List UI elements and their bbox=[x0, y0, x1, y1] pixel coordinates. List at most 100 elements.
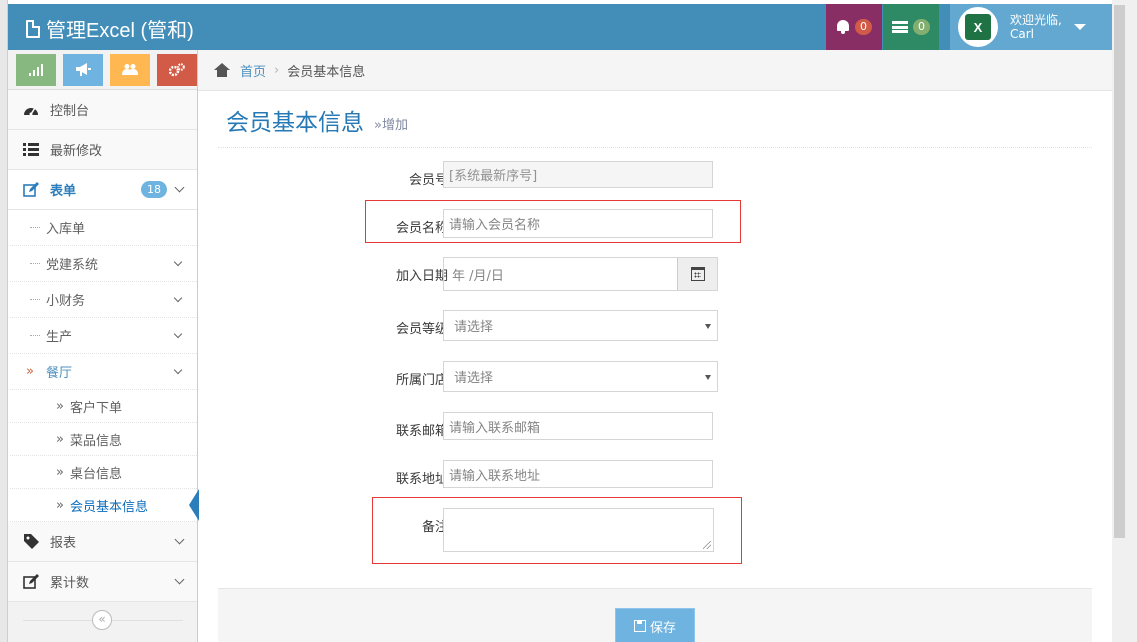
sidebar-item-production[interactable]: 生产 bbox=[10, 318, 197, 354]
window-left-edge bbox=[0, 0, 8, 642]
tasks-button[interactable]: 0 bbox=[883, 4, 939, 50]
chevron-down-icon bbox=[173, 257, 183, 267]
sidebar-item-label: 会员基本信息 bbox=[70, 499, 149, 515]
avatar: X bbox=[958, 7, 998, 47]
store-label: 所属门店 bbox=[395, 373, 448, 388]
email-row: 联系邮箱 请输入联系邮箱 bbox=[218, 412, 1092, 446]
chevron-down-icon bbox=[174, 534, 185, 545]
notifications-button[interactable]: 0 bbox=[826, 4, 882, 50]
store-select[interactable]: 请选择 bbox=[443, 361, 718, 392]
sidebar-collapse-button[interactable]: « bbox=[92, 610, 112, 630]
store-row: 所属门店 请选择 bbox=[218, 361, 1092, 395]
bullhorn-icon bbox=[76, 63, 91, 76]
sidebar-item-stock-in[interactable]: 入库单 bbox=[10, 210, 197, 246]
resize-handle-icon[interactable] bbox=[703, 541, 711, 549]
user-info: 欢迎光临, Carl bbox=[1010, 13, 1062, 41]
sidebar-item-forms[interactable]: 表单 18 bbox=[8, 170, 197, 210]
sidebar-item-dish-info[interactable]: » 菜品信息 bbox=[10, 423, 197, 456]
edit-icon bbox=[22, 181, 40, 199]
address-row: 联系地址 请输入联系地址 bbox=[218, 460, 1092, 494]
double-angle-right-icon: » bbox=[56, 497, 64, 513]
pencil-square-icon bbox=[22, 573, 40, 591]
sidebar-item-label: 表单 bbox=[50, 184, 77, 199]
users-icon bbox=[122, 64, 138, 75]
remark-row: 备注 bbox=[218, 508, 1092, 554]
breadcrumb-current: 会员基本信息 bbox=[287, 64, 366, 80]
excel-logo-icon: X bbox=[965, 14, 991, 40]
scrollbar-thumb[interactable] bbox=[1114, 5, 1125, 538]
signal-icon bbox=[29, 63, 43, 76]
list-icon bbox=[22, 141, 40, 159]
sidebar-collapse-bar: « bbox=[8, 610, 198, 630]
sidebar-item-label: 报表 bbox=[50, 536, 77, 551]
vertical-scrollbar[interactable] bbox=[1112, 0, 1137, 642]
sidebar-item-small-finance[interactable]: 小财务 bbox=[10, 282, 197, 318]
sidebar-item-recent[interactable]: 最新修改 bbox=[8, 130, 197, 170]
save-button[interactable]: 保存 bbox=[615, 608, 695, 642]
user-greeting: 欢迎光临, bbox=[1010, 13, 1062, 27]
save-button-label: 保存 bbox=[649, 620, 676, 636]
sidebar-item-label: 桌台信息 bbox=[70, 466, 123, 482]
store-value: 请选择 bbox=[454, 371, 494, 386]
cogs-icon bbox=[169, 62, 185, 76]
join-date-picker[interactable]: 年 /月/日 bbox=[443, 257, 718, 291]
page-subtitle: »增加 bbox=[374, 118, 408, 133]
member-level-value: 请选择 bbox=[454, 320, 494, 335]
member-level-select[interactable]: 请选择 bbox=[443, 310, 718, 341]
sidebar-item-label: 入库单 bbox=[46, 222, 86, 237]
join-date-input[interactable]: 年 /月/日 bbox=[444, 258, 677, 290]
chevron-down-icon bbox=[174, 574, 185, 585]
sidebar-item-label: 累计数 bbox=[50, 576, 90, 591]
double-angle-right-icon: » bbox=[56, 431, 64, 447]
double-angle-right-icon: » bbox=[56, 464, 64, 480]
member-level-row: 会员等级 请选择 bbox=[218, 310, 1092, 344]
shortcut-settings-button[interactable] bbox=[157, 53, 197, 86]
page-title: 会员基本信息 bbox=[226, 108, 364, 135]
member-no-field: [系统最新序号] bbox=[443, 161, 713, 188]
home-icon bbox=[214, 63, 230, 77]
form-actions: 保存 bbox=[218, 588, 1092, 642]
sidebar-item-reports[interactable]: 报表 bbox=[8, 522, 197, 562]
breadcrumb: 首页 › 会员基本信息 bbox=[198, 50, 1112, 91]
save-icon bbox=[633, 620, 646, 632]
notifications-badge: 0 bbox=[855, 19, 872, 35]
dropdown-arrow-icon bbox=[705, 375, 711, 380]
sidebar-item-party-system[interactable]: 党建系统 bbox=[10, 246, 197, 282]
page-header: 会员基本信息 »增加 bbox=[218, 92, 1092, 148]
app-brand[interactable]: 管理Excel (管和) bbox=[26, 14, 194, 43]
shortcut-users-button[interactable] bbox=[110, 53, 150, 86]
breadcrumb-home-link[interactable]: 首页 bbox=[240, 61, 266, 80]
sidebar-item-label: 控制台 bbox=[50, 104, 90, 119]
user-menu[interactable]: X 欢迎光临, Carl bbox=[950, 4, 1112, 50]
sidebar-item-restaurant[interactable]: » 餐厅 bbox=[10, 354, 197, 390]
member-level-label: 会员等级 bbox=[395, 322, 448, 337]
shortcut-stats-button[interactable] bbox=[16, 53, 56, 86]
shortcut-announce-button[interactable] bbox=[63, 53, 103, 86]
forms-submenu: 入库单 党建系统 小财务 生产 » 餐厅 » 客户下单 » 菜品信息 » 桌台信… bbox=[8, 210, 199, 522]
remark-textarea[interactable] bbox=[443, 508, 714, 552]
calendar-icon bbox=[690, 267, 705, 281]
active-indicator bbox=[189, 489, 199, 521]
sidebar-item-label: 客户下单 bbox=[70, 400, 123, 416]
join-date-row: 加入日期 年 /月/日 bbox=[218, 257, 1092, 291]
sidebar-item-table-info[interactable]: » 桌台信息 bbox=[10, 456, 197, 489]
app-title: 管理Excel (管和) bbox=[46, 20, 194, 42]
email-label: 联系邮箱 bbox=[395, 424, 448, 439]
calendar-button[interactable] bbox=[677, 258, 717, 290]
address-input[interactable]: 请输入联系地址 bbox=[443, 460, 713, 488]
member-name-row: 会员名称 请输入会员名称 bbox=[218, 209, 1092, 243]
breadcrumb-separator: › bbox=[274, 62, 280, 78]
chevron-down-icon bbox=[174, 182, 185, 193]
sidebar-item-member-info[interactable]: » 会员基本信息 bbox=[10, 489, 199, 522]
member-name-label: 会员名称 bbox=[395, 221, 448, 236]
caret-down-icon bbox=[1074, 24, 1086, 30]
sidebar-item-label: 党建系统 bbox=[46, 258, 99, 273]
chevron-down-icon bbox=[173, 365, 183, 375]
member-name-input[interactable]: 请输入会员名称 bbox=[443, 209, 713, 238]
tag-icon bbox=[22, 533, 40, 551]
file-icon bbox=[26, 19, 40, 38]
sidebar-item-customer-order[interactable]: » 客户下单 bbox=[10, 390, 197, 423]
email-input[interactable]: 请输入联系邮箱 bbox=[443, 412, 713, 440]
sidebar-item-cumulative[interactable]: 累计数 bbox=[8, 562, 197, 602]
sidebar-item-dashboard[interactable]: 控制台 bbox=[8, 90, 197, 130]
